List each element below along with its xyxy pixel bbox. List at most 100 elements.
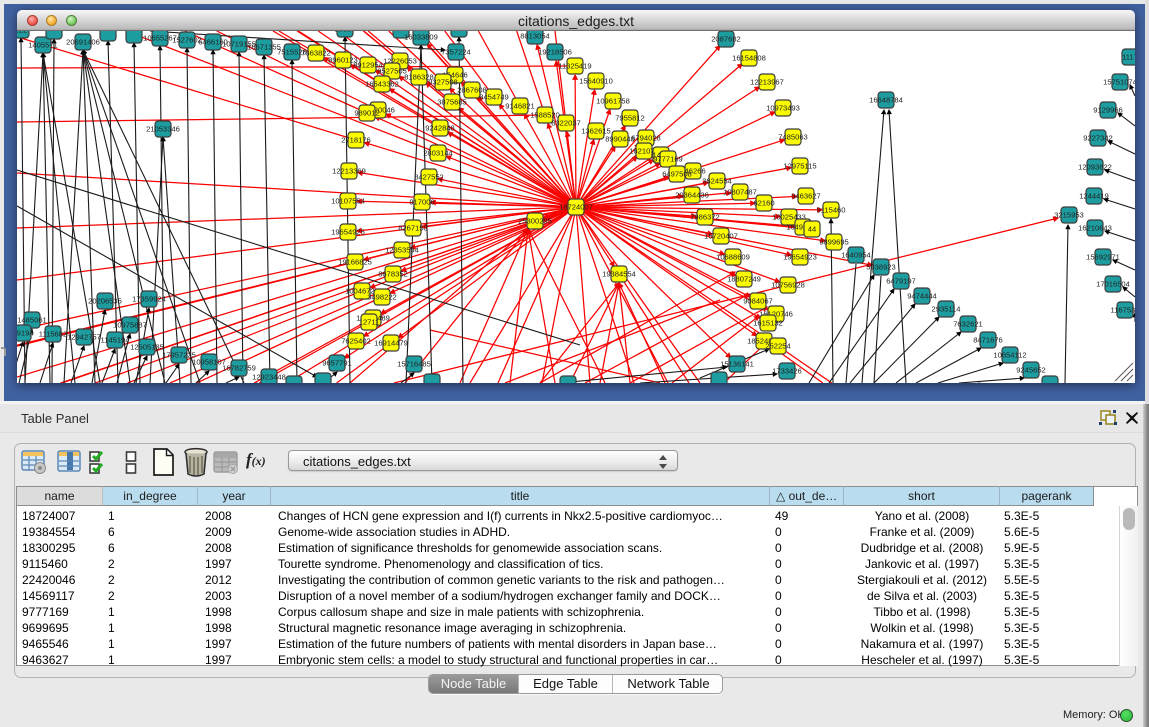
svg-text:10756928: 10756928 [771, 281, 805, 290]
svg-text:12923448: 12923448 [252, 373, 286, 382]
svg-text:15640910: 15640910 [579, 77, 613, 86]
svg-text:15720407: 15720407 [704, 232, 738, 241]
svg-text:10973493: 10973493 [766, 104, 800, 113]
svg-text:2803144: 2803144 [423, 149, 453, 158]
svg-text:15136141: 15136141 [720, 360, 754, 369]
svg-text:12213967: 12213967 [750, 78, 784, 87]
svg-text:25300295: 25300295 [518, 217, 552, 226]
svg-text:9474444: 9474444 [907, 292, 937, 301]
svg-text:9242848: 9242848 [425, 124, 455, 133]
svg-text:12353594: 12353594 [385, 246, 419, 255]
svg-text:11325419: 11325419 [558, 62, 591, 71]
svg-text:16210643: 16210643 [1078, 224, 1112, 233]
svg-text:10107554: 10107554 [331, 197, 365, 206]
svg-text:10688609: 10688609 [716, 253, 750, 262]
svg-text:18724007: 18724007 [559, 203, 593, 212]
svg-text:44: 44 [808, 225, 816, 234]
svg-text:5938923: 5938923 [866, 263, 896, 272]
svg-text:1640954: 1640954 [841, 251, 871, 260]
svg-text:6479197: 6479197 [886, 277, 916, 286]
svg-text:12505135: 12505135 [130, 343, 164, 352]
svg-text:9129966: 9129966 [1093, 106, 1123, 115]
svg-text:39194: 39194 [17, 329, 34, 338]
svg-text:9657791: 9657791 [322, 359, 352, 368]
svg-text:2718176: 2718176 [341, 136, 371, 145]
svg-text:7625402: 7625402 [341, 337, 371, 346]
svg-text:10958107: 10958107 [192, 358, 226, 367]
svg-text:16648784: 16648784 [869, 96, 903, 105]
svg-text:917006: 917006 [409, 198, 434, 207]
svg-text:21053346: 21053346 [146, 125, 180, 134]
svg-text:3215953: 3215953 [1054, 211, 1084, 220]
svg-text:8813054: 8813054 [520, 32, 550, 41]
svg-text:8267150: 8267150 [398, 224, 428, 233]
svg-text:7663822: 7663822 [301, 49, 331, 58]
svg-text:12213369: 12213369 [332, 167, 366, 176]
svg-text:16914479: 16914479 [374, 339, 408, 348]
svg-text:8471676: 8471676 [973, 336, 1003, 345]
svg-text:9115460: 9115460 [817, 206, 846, 215]
svg-text:6497508: 6497508 [662, 170, 692, 179]
svg-text:20364436: 20364436 [675, 191, 709, 200]
svg-text:16543362: 16543362 [365, 80, 399, 89]
svg-text:1405571: 1405571 [28, 41, 58, 50]
svg-text:3624554: 3624554 [702, 177, 732, 186]
svg-text:16671355: 16671355 [247, 43, 281, 52]
svg-text:62160: 62160 [753, 199, 774, 208]
svg-text:1115682: 1115682 [39, 330, 67, 339]
svg-text:989012: 989012 [354, 109, 379, 118]
svg-text:6794028: 6794028 [631, 134, 661, 143]
svg-text:1244419: 1244419 [1079, 192, 1109, 201]
svg-text:19384554: 19384554 [602, 270, 636, 279]
svg-text:3498222: 3498222 [367, 293, 397, 302]
svg-text:7955812: 7955812 [615, 114, 645, 123]
svg-text:7357224: 7357224 [441, 48, 471, 57]
svg-text:9777169: 9777169 [653, 155, 683, 164]
svg-text:18807249: 18807249 [727, 275, 761, 284]
svg-text:1615132: 1615132 [753, 319, 783, 328]
svg-text:9899695: 9899695 [819, 238, 849, 247]
svg-text:17957225: 17957225 [162, 351, 196, 360]
svg-text:20206535: 20206535 [88, 297, 122, 306]
svg-text:8678352: 8678352 [378, 270, 408, 279]
svg-text:1733426: 1733426 [772, 367, 802, 376]
svg-text:17359924: 17359924 [132, 295, 166, 304]
svg-text:10961758: 10961758 [596, 97, 630, 106]
svg-text:10807487: 10807487 [723, 188, 757, 197]
svg-text:7485063: 7485063 [778, 133, 808, 142]
svg-text:1485061: 1485061 [17, 316, 47, 325]
svg-text:9527505: 9527505 [377, 67, 407, 76]
svg-text:17016504: 17016504 [1096, 280, 1130, 289]
svg-text:8454749: 8454749 [479, 93, 509, 102]
svg-text:9463627: 9463627 [791, 192, 821, 201]
svg-text:19654923: 19654923 [783, 253, 817, 262]
svg-text:16033809: 16033809 [404, 33, 438, 42]
svg-text:9327508: 9327508 [428, 78, 458, 87]
svg-text:7986372: 7986372 [690, 213, 720, 222]
svg-text:20691406: 20691406 [66, 38, 100, 47]
svg-text:19837: 19837 [334, 31, 355, 34]
svg-text:2087682: 2087682 [711, 35, 741, 44]
svg-text:9227342: 9227342 [1083, 134, 1113, 143]
svg-text:122: 122 [17, 31, 27, 35]
svg-text:12711: 12711 [359, 318, 380, 327]
svg-text:19218506: 19218506 [538, 48, 572, 57]
svg-text:16782759: 16782759 [222, 364, 256, 373]
svg-text:19654925: 19654925 [331, 228, 365, 237]
svg-text:8427552: 8427552 [414, 173, 444, 182]
svg-text:1145194: 1145194 [101, 336, 130, 345]
svg-text:15692971: 15692971 [1086, 253, 1120, 262]
svg-text:3875685: 3875685 [437, 98, 467, 107]
svg-text:7632621: 7632621 [953, 320, 983, 329]
svg-text:12093822: 12093822 [1078, 163, 1112, 172]
svg-text:10975887: 10975887 [113, 321, 147, 330]
svg-text:12942757: 12942757 [67, 333, 101, 342]
svg-text:10654112: 10654112 [993, 351, 1026, 360]
svg-text:252254: 252254 [765, 342, 790, 351]
svg-text:9084067: 9084067 [743, 297, 773, 306]
svg-text:9245652: 9245652 [1016, 366, 1046, 375]
svg-text:1117: 1117 [1122, 53, 1135, 62]
svg-text:19166825: 19166825 [338, 258, 372, 267]
svg-text:12975115: 12975115 [783, 162, 816, 171]
svg-text:1167533: 1167533 [1111, 306, 1136, 315]
